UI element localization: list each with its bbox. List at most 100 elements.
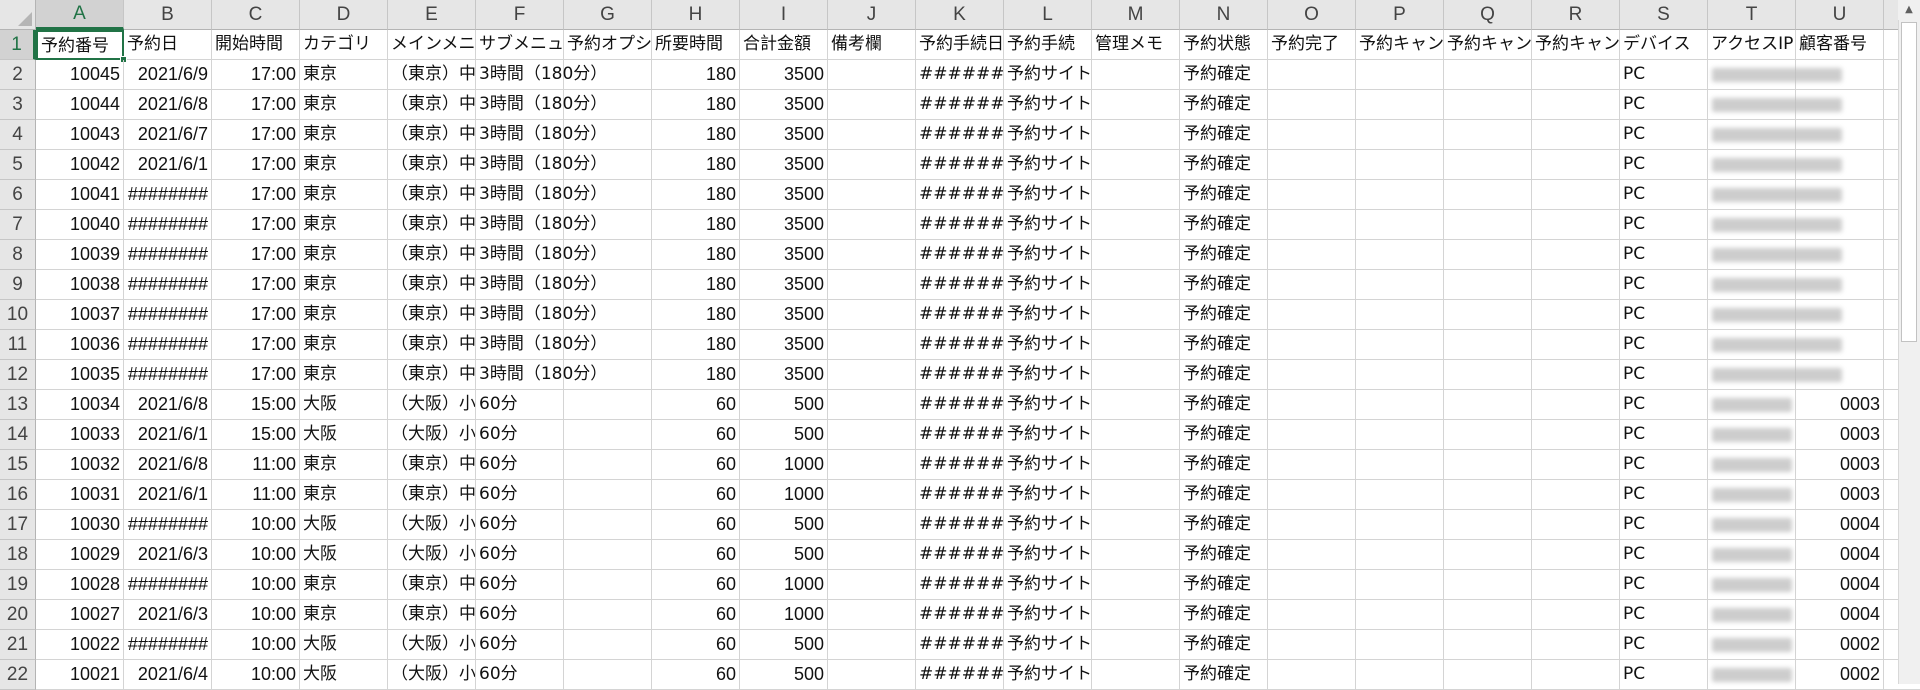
cell-duration[interactable]: 180 <box>652 120 740 150</box>
header-cell-r[interactable]: 予約キャンセル <box>1532 30 1620 60</box>
cell-status[interactable]: 予約確定 <box>1180 210 1268 240</box>
cell-notes[interactable] <box>828 120 916 150</box>
cell-admin-memo[interactable] <box>1092 510 1180 540</box>
cell-device[interactable]: PC <box>1620 630 1708 660</box>
cell-main-menu[interactable]: （東京）中 <box>388 570 476 600</box>
cell-total-amount[interactable]: 3500 <box>740 330 828 360</box>
cell-device[interactable]: PC <box>1620 300 1708 330</box>
cell-booking-id[interactable]: 10043 <box>36 120 124 150</box>
cell-cancel-3[interactable] <box>1532 300 1620 330</box>
cell-device[interactable]: PC <box>1620 270 1708 300</box>
cell-total-amount[interactable]: 500 <box>740 390 828 420</box>
cell-cancel-3[interactable] <box>1532 60 1620 90</box>
cell-device[interactable]: PC <box>1620 120 1708 150</box>
cell-proc-method[interactable]: 予約サイト <box>1004 90 1092 120</box>
cell-main-menu[interactable]: （東京）中 <box>388 240 476 270</box>
header-cell-g[interactable]: 予約オプション <box>564 30 652 60</box>
cell-proc-method[interactable]: 予約サイト <box>1004 450 1092 480</box>
row-header-4[interactable]: 4 <box>0 120 36 150</box>
cell-sub-menu[interactable]: 60分 <box>476 420 564 450</box>
cell-category[interactable]: 東京 <box>300 300 388 330</box>
cell-sub-menu[interactable]: 60分 <box>476 510 564 540</box>
cell-status[interactable]: 予約確定 <box>1180 270 1268 300</box>
cell-cancel-3[interactable] <box>1532 270 1620 300</box>
cell-proc-date[interactable]: ######## <box>916 450 1004 480</box>
cell-booking-date[interactable]: 2021/6/9 <box>124 60 212 90</box>
cell-booking-id[interactable]: 10045 <box>36 60 124 90</box>
header-cell-n[interactable]: 予約状態 <box>1180 30 1268 60</box>
cell-main-menu[interactable]: （東京）中 <box>388 150 476 180</box>
cell-category[interactable]: 東京 <box>300 600 388 630</box>
cell-completed[interactable] <box>1268 90 1356 120</box>
cell-customer-no[interactable]: 0004 <box>1796 600 1884 630</box>
cell-cancel-1[interactable] <box>1356 660 1444 690</box>
cell-main-menu[interactable]: （東京）中 <box>388 360 476 390</box>
cell-duration[interactable]: 180 <box>652 360 740 390</box>
cell-proc-date[interactable]: ######## <box>916 540 1004 570</box>
cell-completed[interactable] <box>1268 600 1356 630</box>
cell-cancel-2[interactable] <box>1444 600 1532 630</box>
cell-proc-date[interactable]: ######## <box>916 270 1004 300</box>
cell-sub-menu[interactable]: 3時間（180分） <box>476 210 607 240</box>
cell-device[interactable]: PC <box>1620 360 1708 390</box>
cell-proc-date[interactable]: ######## <box>916 330 1004 360</box>
header-cell-i[interactable]: 合計金額 <box>740 30 828 60</box>
cell-proc-method[interactable]: 予約サイト <box>1004 210 1092 240</box>
cell-cancel-1[interactable] <box>1356 120 1444 150</box>
cell-booking-id[interactable]: 10038 <box>36 270 124 300</box>
cell-booking-id[interactable]: 10032 <box>36 450 124 480</box>
cell-start-time[interactable]: 17:00 <box>212 210 300 240</box>
cell-booking-id[interactable]: 10041 <box>36 180 124 210</box>
cell-booking-date[interactable]: ######## <box>124 630 212 660</box>
cell-sub-menu[interactable]: 60分 <box>476 480 564 510</box>
cell-option[interactable] <box>564 480 652 510</box>
cell-status[interactable]: 予約確定 <box>1180 180 1268 210</box>
cell-total-amount[interactable]: 500 <box>740 510 828 540</box>
cell-proc-method[interactable]: 予約サイト <box>1004 360 1092 390</box>
column-header-d[interactable]: D <box>300 0 388 30</box>
cell-proc-date[interactable]: ######## <box>916 420 1004 450</box>
cell-status[interactable]: 予約確定 <box>1180 570 1268 600</box>
cell-proc-method[interactable]: 予約サイト <box>1004 660 1092 690</box>
cell-duration[interactable]: 180 <box>652 330 740 360</box>
cell-booking-date[interactable]: ######## <box>124 570 212 600</box>
cell-total-amount[interactable]: 1000 <box>740 480 828 510</box>
cell-admin-memo[interactable] <box>1092 660 1180 690</box>
cell-booking-date[interactable]: 2021/6/4 <box>124 660 212 690</box>
cell-option[interactable] <box>564 660 652 690</box>
cell-start-time[interactable]: 17:00 <box>212 330 300 360</box>
cell-completed[interactable] <box>1268 570 1356 600</box>
cell-category[interactable]: 大阪 <box>300 420 388 450</box>
cell-completed[interactable] <box>1268 360 1356 390</box>
cell-start-time[interactable]: 10:00 <box>212 660 300 690</box>
cell-option[interactable] <box>564 510 652 540</box>
column-header-l[interactable]: L <box>1004 0 1092 30</box>
cell-sub-menu[interactable]: 3時間（180分） <box>476 300 607 330</box>
column-header-h[interactable]: H <box>652 0 740 30</box>
cell-duration[interactable]: 180 <box>652 150 740 180</box>
column-header-f[interactable]: F <box>476 0 564 30</box>
cell-sub-menu[interactable]: 3時間（180分） <box>476 360 607 390</box>
cell-main-menu[interactable]: （大阪）小 <box>388 420 476 450</box>
cell-booking-id[interactable]: 10035 <box>36 360 124 390</box>
cell-start-time[interactable]: 15:00 <box>212 420 300 450</box>
cell-notes[interactable] <box>828 600 916 630</box>
header-cell-o[interactable]: 予約完了 <box>1268 30 1356 60</box>
cell-proc-method[interactable]: 予約サイト <box>1004 60 1092 90</box>
cell-device[interactable]: PC <box>1620 60 1708 90</box>
cell-duration[interactable]: 180 <box>652 300 740 330</box>
cell-completed[interactable] <box>1268 660 1356 690</box>
cell-total-amount[interactable]: 3500 <box>740 150 828 180</box>
cell-customer-no[interactable]: 0003 <box>1796 390 1884 420</box>
cell-start-time[interactable]: 17:00 <box>212 270 300 300</box>
cell-status[interactable]: 予約確定 <box>1180 600 1268 630</box>
cell-option[interactable] <box>564 420 652 450</box>
cell-total-amount[interactable]: 3500 <box>740 210 828 240</box>
cell-completed[interactable] <box>1268 450 1356 480</box>
cell-admin-memo[interactable] <box>1092 270 1180 300</box>
cell-proc-date[interactable]: ######## <box>916 150 1004 180</box>
cell-status[interactable]: 予約確定 <box>1180 660 1268 690</box>
row-header-8[interactable]: 8 <box>0 240 36 270</box>
cell-cancel-1[interactable] <box>1356 60 1444 90</box>
cell-device[interactable]: PC <box>1620 570 1708 600</box>
